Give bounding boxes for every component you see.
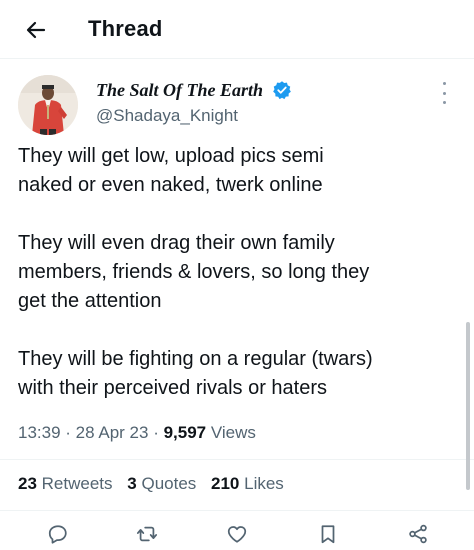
share-icon[interactable] xyxy=(406,522,430,546)
views-label: Views xyxy=(210,423,256,442)
retweets-label: Retweets xyxy=(41,474,113,493)
reply-icon[interactable] xyxy=(46,522,70,546)
author-handle[interactable]: @Shadaya_Knight xyxy=(96,106,238,126)
quotes-stat[interactable]: 3 Quotes xyxy=(127,474,196,493)
tweet-meta: 13:39 · 28 Apr 23 · 9,597 Views xyxy=(18,423,256,443)
likes-label: Likes xyxy=(244,474,284,493)
retweets-count: 23 xyxy=(18,474,37,493)
page-title: Thread xyxy=(88,16,163,41)
tweet-date[interactable]: 28 Apr 23 xyxy=(76,423,149,442)
views-count: 9,597 xyxy=(163,423,207,442)
tweet-time[interactable]: 13:39 xyxy=(18,423,61,442)
like-icon[interactable] xyxy=(225,522,249,546)
quotes-count: 3 xyxy=(127,474,137,493)
meta-divider xyxy=(0,459,474,460)
avatar[interactable] xyxy=(18,75,78,135)
engagement-stats: 23 Retweets 3 Quotes 210 Likes xyxy=(18,474,284,494)
quotes-label: Quotes xyxy=(141,474,197,493)
arrow-left-icon[interactable] xyxy=(22,16,50,44)
stats-divider xyxy=(0,510,474,511)
meta-separator: · xyxy=(65,423,76,442)
retweets-stat[interactable]: 23 Retweets xyxy=(18,474,113,493)
meta-separator: · xyxy=(153,423,164,442)
more-options-icon[interactable] xyxy=(438,82,450,104)
retweet-icon[interactable] xyxy=(135,522,159,546)
verified-badge-icon xyxy=(272,80,292,100)
likes-count: 210 xyxy=(211,474,240,493)
tweet-paragraph: They will get low, upload pics semi nake… xyxy=(18,145,324,196)
likes-stat[interactable]: 210 Likes xyxy=(211,474,284,493)
action-bar xyxy=(0,516,474,550)
tweet-paragraph: They will be fighting on a regular (twar… xyxy=(18,348,373,399)
tweet-paragraph: They will even drag their own family mem… xyxy=(18,232,370,312)
thread-view: Thread The Salt Of The Earth @Shadaya_Kn… xyxy=(0,0,474,550)
tweet-text: They will get low, upload pics semi nake… xyxy=(18,142,458,403)
scrollbar[interactable] xyxy=(466,322,470,490)
author-display-name[interactable]: The Salt Of The Earth xyxy=(96,80,263,101)
thread-header: Thread xyxy=(0,0,474,58)
bookmark-icon[interactable] xyxy=(316,522,340,546)
header-divider xyxy=(0,58,474,59)
